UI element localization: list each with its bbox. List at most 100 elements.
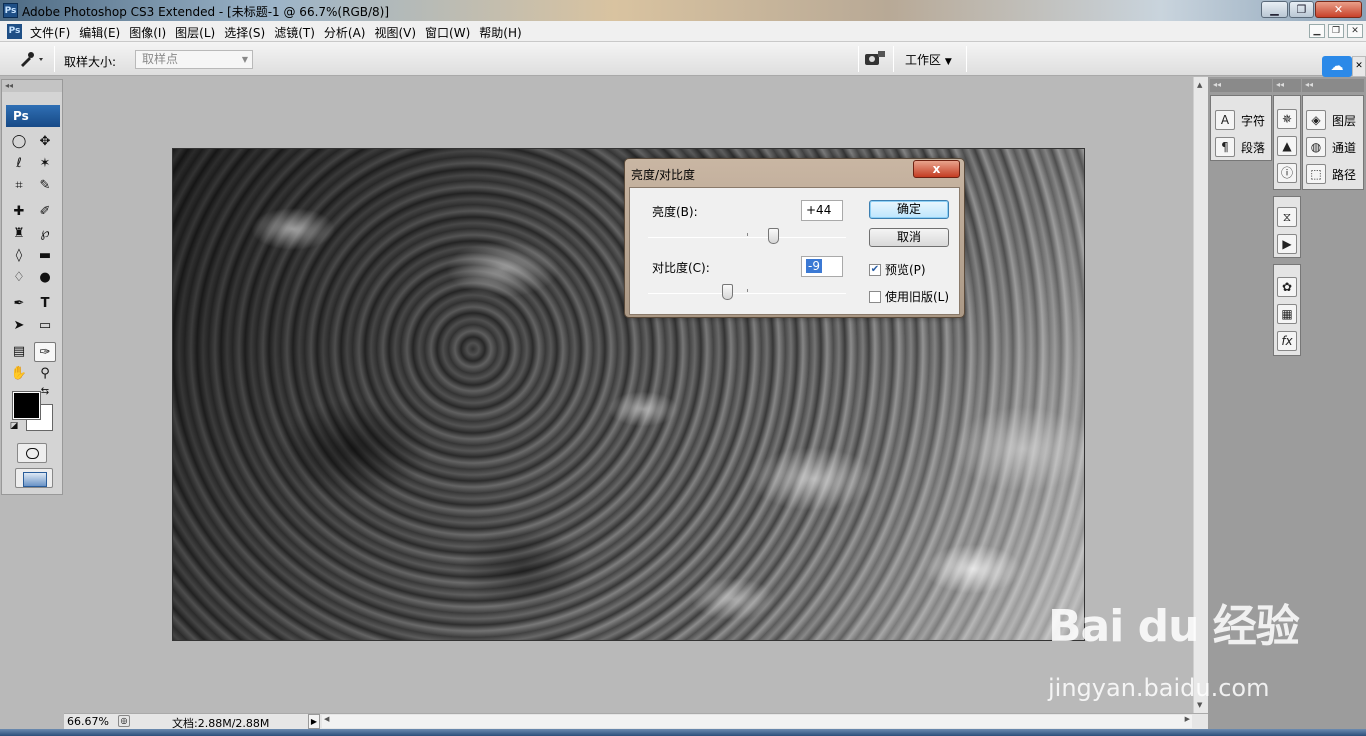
cancel-button[interactable]: 取消 <box>869 228 949 247</box>
brightness-input[interactable]: +44 <box>801 200 843 221</box>
options-separator <box>54 46 55 72</box>
contrast-slider[interactable] <box>648 284 846 300</box>
toolbox-grip[interactable]: ◂◂ <box>2 80 62 92</box>
bridge-icon[interactable] <box>864 49 886 69</box>
swap-colors-icon[interactable]: ⇆ <box>38 386 52 398</box>
maximize-icon: ❐ <box>1296 3 1307 16</box>
eraser-tool-icon[interactable]: ◊ <box>8 246 30 266</box>
preview-checkbox[interactable]: ✔ 预览(P) <box>869 261 926 278</box>
move-tool-icon[interactable]: ✥ <box>34 132 56 152</box>
menu-filter[interactable]: 滤镜(T) <box>274 24 315 41</box>
close-icon: ✕ <box>1333 3 1344 16</box>
panel-grip[interactable]: ◂◂ <box>1273 79 1301 92</box>
menu-window[interactable]: 窗口(W) <box>425 24 470 41</box>
brightness-slider[interactable] <box>648 228 846 244</box>
workspace-menu[interactable]: 工作区 ▼ <box>905 51 952 68</box>
dialog-body: 亮度(B): +44 对比度(C): -9 确定 取消 ✔ 预览(P) 使用旧版… <box>629 187 960 315</box>
menu-view[interactable]: 视图(V) <box>374 24 416 41</box>
brush-tool-icon[interactable]: ✐ <box>34 202 56 222</box>
history-brush-tool-icon[interactable]: ℘ <box>34 224 56 244</box>
scroll-up-icon[interactable]: ▲ <box>1197 81 1202 89</box>
paragraph-panel-label: 段落 <box>1241 140 1266 155</box>
type-tool-icon[interactable]: T <box>34 294 56 314</box>
ok-button[interactable]: 确定 <box>869 200 949 219</box>
paragraph-panel-button[interactable]: ¶ 段落 <box>1215 135 1265 159</box>
default-colors-icon[interactable]: ◪ <box>8 420 20 432</box>
menu-analysis[interactable]: 分析(A) <box>324 24 366 41</box>
legacy-checkbox-box[interactable] <box>869 290 881 303</box>
menu-select[interactable]: 选择(S) <box>224 24 265 41</box>
dialog-close-button[interactable]: x <box>913 160 960 178</box>
history-icon[interactable]: ⧖ <box>1277 207 1297 227</box>
doc-minimize-button[interactable]: ▁ <box>1309 24 1325 38</box>
menu-layer[interactable]: 图层(L) <box>175 24 215 41</box>
crop-tool-icon[interactable]: ⌗ <box>8 176 30 196</box>
notes-tool-icon[interactable]: ▤ <box>8 342 30 362</box>
clone-stamp-tool-icon[interactable]: ♜ <box>8 224 30 244</box>
zoom-tool-icon[interactable]: ⚲ <box>34 364 56 384</box>
swatches-icon[interactable]: ▦ <box>1277 304 1297 324</box>
channels-panel-button[interactable]: ◍ 通道 <box>1306 135 1356 159</box>
screen-mode-button[interactable] <box>15 468 53 488</box>
shape-tool-icon[interactable]: ▭ <box>34 316 56 336</box>
magic-wand-tool-icon[interactable]: ✶ <box>34 154 56 174</box>
minimize-button[interactable]: ▁ <box>1261 1 1288 18</box>
panel-grip[interactable]: ◂◂ <box>1210 79 1272 92</box>
styles-panel-dock: ✿ ▦ fx <box>1273 264 1301 356</box>
menu-help[interactable]: 帮助(H) <box>479 24 521 41</box>
layers-panel-button[interactable]: ◈ 图层 <box>1306 108 1356 132</box>
marquee-tool-icon[interactable]: ◯ <box>8 132 30 152</box>
info-icon[interactable]: ⓘ <box>1277 163 1297 183</box>
styles-fx-icon[interactable]: fx <box>1277 331 1297 351</box>
scroll-down-icon[interactable]: ▼ <box>1197 701 1202 709</box>
eyedropper-tool-preset-icon[interactable] <box>18 50 48 68</box>
horizontal-scrollbar[interactable]: ◀ ▶ <box>322 715 1192 728</box>
scroll-left-icon[interactable]: ◀ <box>324 715 329 723</box>
scroll-right-icon[interactable]: ▶ <box>1185 715 1190 723</box>
menu-file[interactable]: 文件(F) <box>30 24 70 41</box>
menu-edit[interactable]: 编辑(E) <box>79 24 120 41</box>
paths-icon: ⬚ <box>1306 164 1326 184</box>
navigator-icon[interactable]: ✵ <box>1277 109 1297 129</box>
brightness-contrast-dialog: 亮度/对比度 x 亮度(B): +44 对比度(C): -9 确定 取消 ✔ 预… <box>624 158 965 318</box>
lasso-tool-icon[interactable]: ℓ <box>8 154 30 174</box>
healing-brush-tool-icon[interactable]: ✚ <box>8 202 30 222</box>
preview-checkbox-box[interactable]: ✔ <box>869 263 881 276</box>
contrast-slider-thumb[interactable] <box>722 284 734 300</box>
window-title: Adobe Photoshop CS3 Extended - [未标题-1 @ … <box>22 5 390 19</box>
color-palette-icon[interactable]: ✿ <box>1277 277 1297 297</box>
blur-tool-icon[interactable]: ♢ <box>8 268 30 288</box>
close-icon[interactable]: ✕ <box>1352 56 1366 77</box>
toolbox-ps-badge: Ps <box>6 105 60 127</box>
panel-grip[interactable]: ◂◂ <box>1302 79 1364 92</box>
paths-panel-button[interactable]: ⬚ 路径 <box>1306 162 1356 186</box>
close-button[interactable]: ✕ <box>1315 1 1362 18</box>
character-panel-button[interactable]: A 字符 <box>1215 108 1265 132</box>
slice-tool-icon[interactable]: ✎ <box>34 176 56 196</box>
actions-play-icon[interactable]: ▶ <box>1277 234 1297 254</box>
doc-close-button[interactable]: ✕ <box>1347 24 1363 38</box>
ps-menu-icon[interactable]: Ps <box>7 24 22 39</box>
workspace-label: 工作区 <box>905 53 942 67</box>
foreground-color-swatch[interactable] <box>12 391 41 420</box>
quick-mask-button[interactable] <box>17 443 47 463</box>
status-menu-arrow-icon[interactable]: ▶ <box>308 714 320 729</box>
sample-size-select[interactable]: 取样点 ▼ <box>135 50 253 69</box>
dodge-tool-icon[interactable]: ● <box>34 268 56 288</box>
maximize-button[interactable]: ❐ <box>1289 1 1314 18</box>
doc-restore-button[interactable]: ❐ <box>1328 24 1344 38</box>
zoom-level[interactable]: 66.67% <box>67 715 117 728</box>
pen-tool-icon[interactable]: ✒ <box>8 294 30 314</box>
path-selection-tool-icon[interactable]: ➤ <box>8 316 30 336</box>
contrast-input[interactable]: -9 <box>801 256 843 277</box>
gradient-tool-icon[interactable]: ▬ <box>34 246 56 266</box>
eyedropper-tool-icon[interactable]: ✑ <box>34 342 56 362</box>
paths-panel-label: 路径 <box>1332 167 1357 182</box>
menu-image[interactable]: 图像(I) <box>129 24 166 41</box>
baidu-cloud-icon[interactable]: ☁ <box>1322 56 1352 77</box>
brightness-slider-thumb[interactable] <box>767 228 779 244</box>
zoom-icon[interactable]: ◎ <box>118 715 130 727</box>
legacy-checkbox[interactable]: 使用旧版(L) <box>869 288 949 305</box>
histogram-icon[interactable]: ▲ <box>1277 136 1297 156</box>
hand-tool-icon[interactable]: ✋ <box>8 364 30 384</box>
